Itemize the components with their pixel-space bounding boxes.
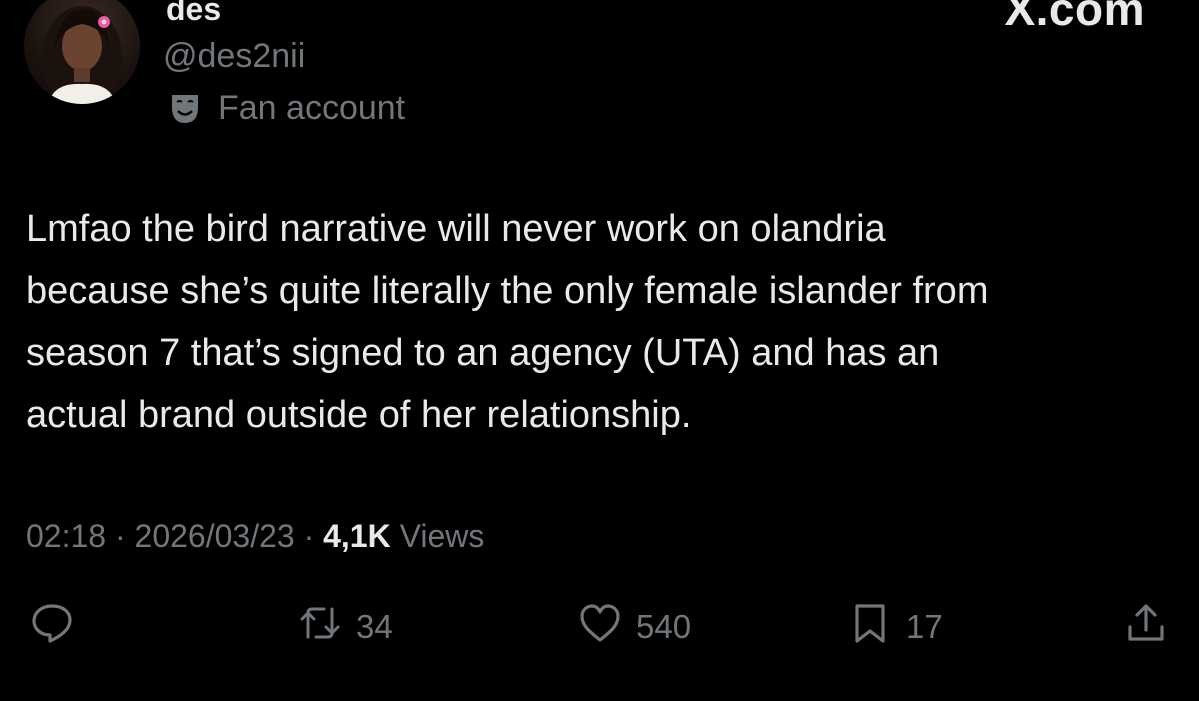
bookmark-icon [848,601,892,653]
retweet-count: 34 [356,608,393,645]
share-icon [1124,601,1168,653]
share-button[interactable] [1124,604,1168,650]
retweet-button[interactable]: 34 [298,604,393,650]
heart-icon [578,601,622,653]
display-name[interactable]: des [166,0,221,28]
avatar[interactable] [24,0,140,104]
reply-button[interactable] [30,604,74,650]
views-count: 4,1K [323,518,391,554]
reply-icon [30,601,74,653]
account-handle[interactable]: @des2nii [163,36,305,76]
bookmark-button[interactable]: 17 [848,604,943,650]
like-count: 540 [636,608,692,645]
meta-separator: · [294,518,324,554]
meta-separator: · [106,518,135,554]
tweet-text: Lmfao the bird narrative will never work… [26,208,989,436]
like-button[interactable]: 540 [578,604,691,650]
retweet-icon [298,601,342,653]
bookmark-count: 17 [906,608,943,645]
views-label: Views [399,518,485,554]
tweet-date[interactable]: 2026/03/23 [135,518,295,554]
theater-mask-icon [166,89,204,127]
site-watermark: X.com [1004,0,1145,35]
tweet-meta: 02:18 · 2026/03/23 · 4,1K Views [26,514,484,558]
badge-label: Fan account [218,88,406,127]
account-badge: Fan account [166,86,405,130]
tweet-time[interactable]: 02:18 [26,518,106,554]
